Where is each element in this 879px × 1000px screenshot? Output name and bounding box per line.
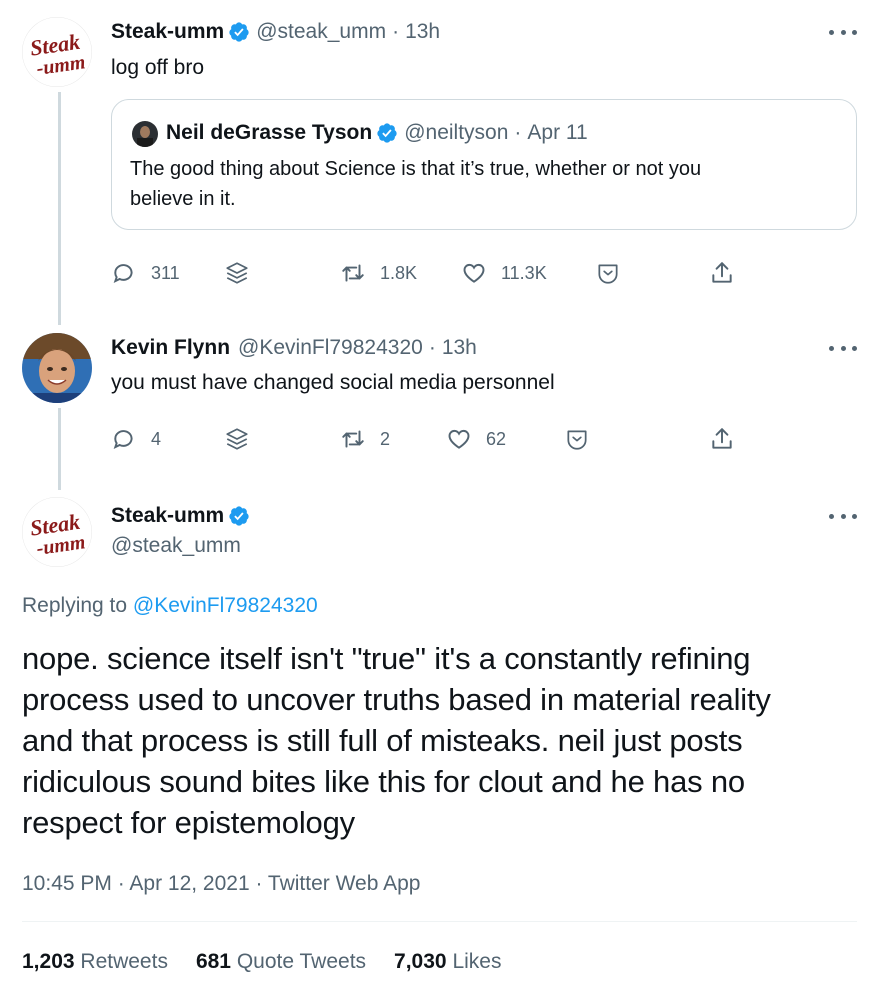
quoted-time: Apr 11: [527, 121, 588, 144]
verified-badge-icon: [377, 123, 397, 143]
retweet-count: 2: [380, 428, 391, 449]
avatar[interactable]: Steak -umm: [22, 17, 92, 87]
replying-to: Replying to @KevinFl79824320: [22, 594, 318, 618]
share-icon: [712, 262, 732, 283]
reply-count: 4: [151, 428, 162, 449]
quoted-text-line2: believe in it.: [130, 188, 236, 210]
quoted-text-line1: The good thing about Science is that it’…: [130, 158, 702, 180]
more-icon[interactable]: [829, 338, 857, 358]
main-tweet-text: nope. science itself isn't "true" it's a…: [22, 638, 862, 843]
likes-stat[interactable]: 7,030 Likes: [394, 950, 501, 974]
retweet-button[interactable]: 1.8K: [340, 258, 417, 288]
timestamp[interactable]: 13h: [442, 335, 477, 361]
separator: ·: [392, 20, 400, 43]
tweet-header: Kevin Flynn @KevinFl79824320 · 13h: [111, 335, 477, 361]
stack-icon: [226, 262, 248, 284]
thread-line: [58, 92, 61, 325]
quoted-display-name: Neil deGrasse Tyson: [166, 121, 373, 144]
likes-count: 7,030: [394, 950, 447, 973]
like-icon: [463, 263, 485, 283]
quote-tweets-count: 681: [195, 950, 231, 973]
like-button[interactable]: 11.3K: [461, 258, 547, 288]
share-button[interactable]: [709, 424, 735, 454]
separator: ·: [428, 336, 436, 359]
tip-jar-button[interactable]: [595, 258, 621, 288]
handle[interactable]: @KevinFl79824320: [238, 335, 423, 361]
avatar[interactable]: Steak -umm: [22, 497, 92, 567]
divider: [22, 921, 857, 922]
tweet-text: you must have changed social media perso…: [111, 371, 555, 394]
tip-jar-icon: [567, 430, 587, 450]
reply-icon: [113, 264, 133, 284]
stack-icon: [226, 428, 248, 450]
verified-badge-icon: [229, 506, 249, 526]
like-count: 62: [486, 428, 507, 449]
like-icon: [448, 429, 470, 449]
like-button[interactable]: 62: [446, 424, 506, 454]
quote-tweets-stat[interactable]: 681 Quote Tweets: [196, 950, 366, 974]
retweets-stat[interactable]: 1,203 Retweets: [22, 950, 168, 974]
tweet-actions: 311 1.8K 11.3K: [111, 258, 751, 288]
retweet-count: 1.8K: [380, 262, 418, 283]
main-text-line: ridiculous sound bites like this for clo…: [22, 764, 745, 799]
main-text-line: nope. science itself isn't "true" it's a…: [22, 641, 751, 676]
more-icon[interactable]: [829, 22, 857, 42]
verified-badge-icon: [229, 22, 249, 42]
main-text-line: respect for epistemology: [22, 805, 355, 840]
handle[interactable]: @steak_umm: [256, 19, 386, 45]
reply-count: 311: [151, 262, 180, 283]
reply-button[interactable]: 4: [111, 424, 161, 454]
separator: ·: [514, 121, 522, 144]
retweets-label: Retweets: [80, 950, 168, 973]
retweet-button[interactable]: 2: [340, 424, 390, 454]
display-name[interactable]: Steak-umm: [111, 503, 224, 529]
reply-button[interactable]: 311: [111, 258, 180, 288]
quoted-handle: @neiltyson: [404, 121, 509, 144]
share-button[interactable]: [709, 258, 735, 288]
retweet-icon: [342, 430, 364, 448]
stack-button[interactable]: [224, 424, 250, 454]
thread-line: [58, 408, 61, 490]
replying-to-link[interactable]: @KevinFl79824320: [133, 594, 318, 617]
tweet-timestamp[interactable]: 10:45 PM · Apr 12, 2021 · Twitter Web Ap…: [22, 872, 420, 896]
likes-label: Likes: [452, 950, 502, 973]
quoted-header: Neil deGrasse Tyson @neiltyson · Apr 11: [166, 120, 588, 146]
main-tweet-header: Steak-umm: [111, 503, 256, 529]
main-text-line: process used to uncover truths based in …: [22, 682, 771, 717]
tip-jar-button[interactable]: [564, 424, 590, 454]
handle[interactable]: @steak_umm: [111, 533, 241, 559]
like-count: 11.3K: [501, 262, 547, 283]
display-name[interactable]: Steak-umm: [111, 19, 224, 45]
quote-tweets-label: Quote Tweets: [236, 950, 367, 973]
retweets-count: 1,203: [22, 950, 75, 973]
quoted-tweet[interactable]: Neil deGrasse Tyson @neiltyson · Apr 11 …: [111, 99, 857, 230]
tweet-stats: 1,203 Retweets 681 Quote Tweets 7,030 Li…: [22, 950, 529, 974]
tweet-actions: 4 2 62: [111, 424, 751, 454]
quoted-avatar: [132, 121, 158, 147]
tweet-header: Steak-umm @steak_umm · 13h: [111, 19, 440, 45]
avatar[interactable]: [22, 333, 92, 403]
share-icon: [712, 428, 732, 449]
main-text-line: and that process is still full of mistea…: [22, 723, 743, 758]
tweet-text: log off bro: [111, 56, 205, 79]
display-name[interactable]: Kevin Flynn: [111, 335, 230, 361]
main-handle-row: @steak_umm: [111, 533, 241, 559]
replying-prefix: Replying to: [22, 594, 128, 617]
timestamp[interactable]: 13h: [405, 19, 440, 45]
retweet-icon: [342, 264, 364, 282]
tip-jar-icon: [598, 264, 618, 284]
stack-button[interactable]: [224, 258, 250, 288]
more-icon[interactable]: [829, 506, 857, 526]
reply-icon: [113, 430, 133, 450]
